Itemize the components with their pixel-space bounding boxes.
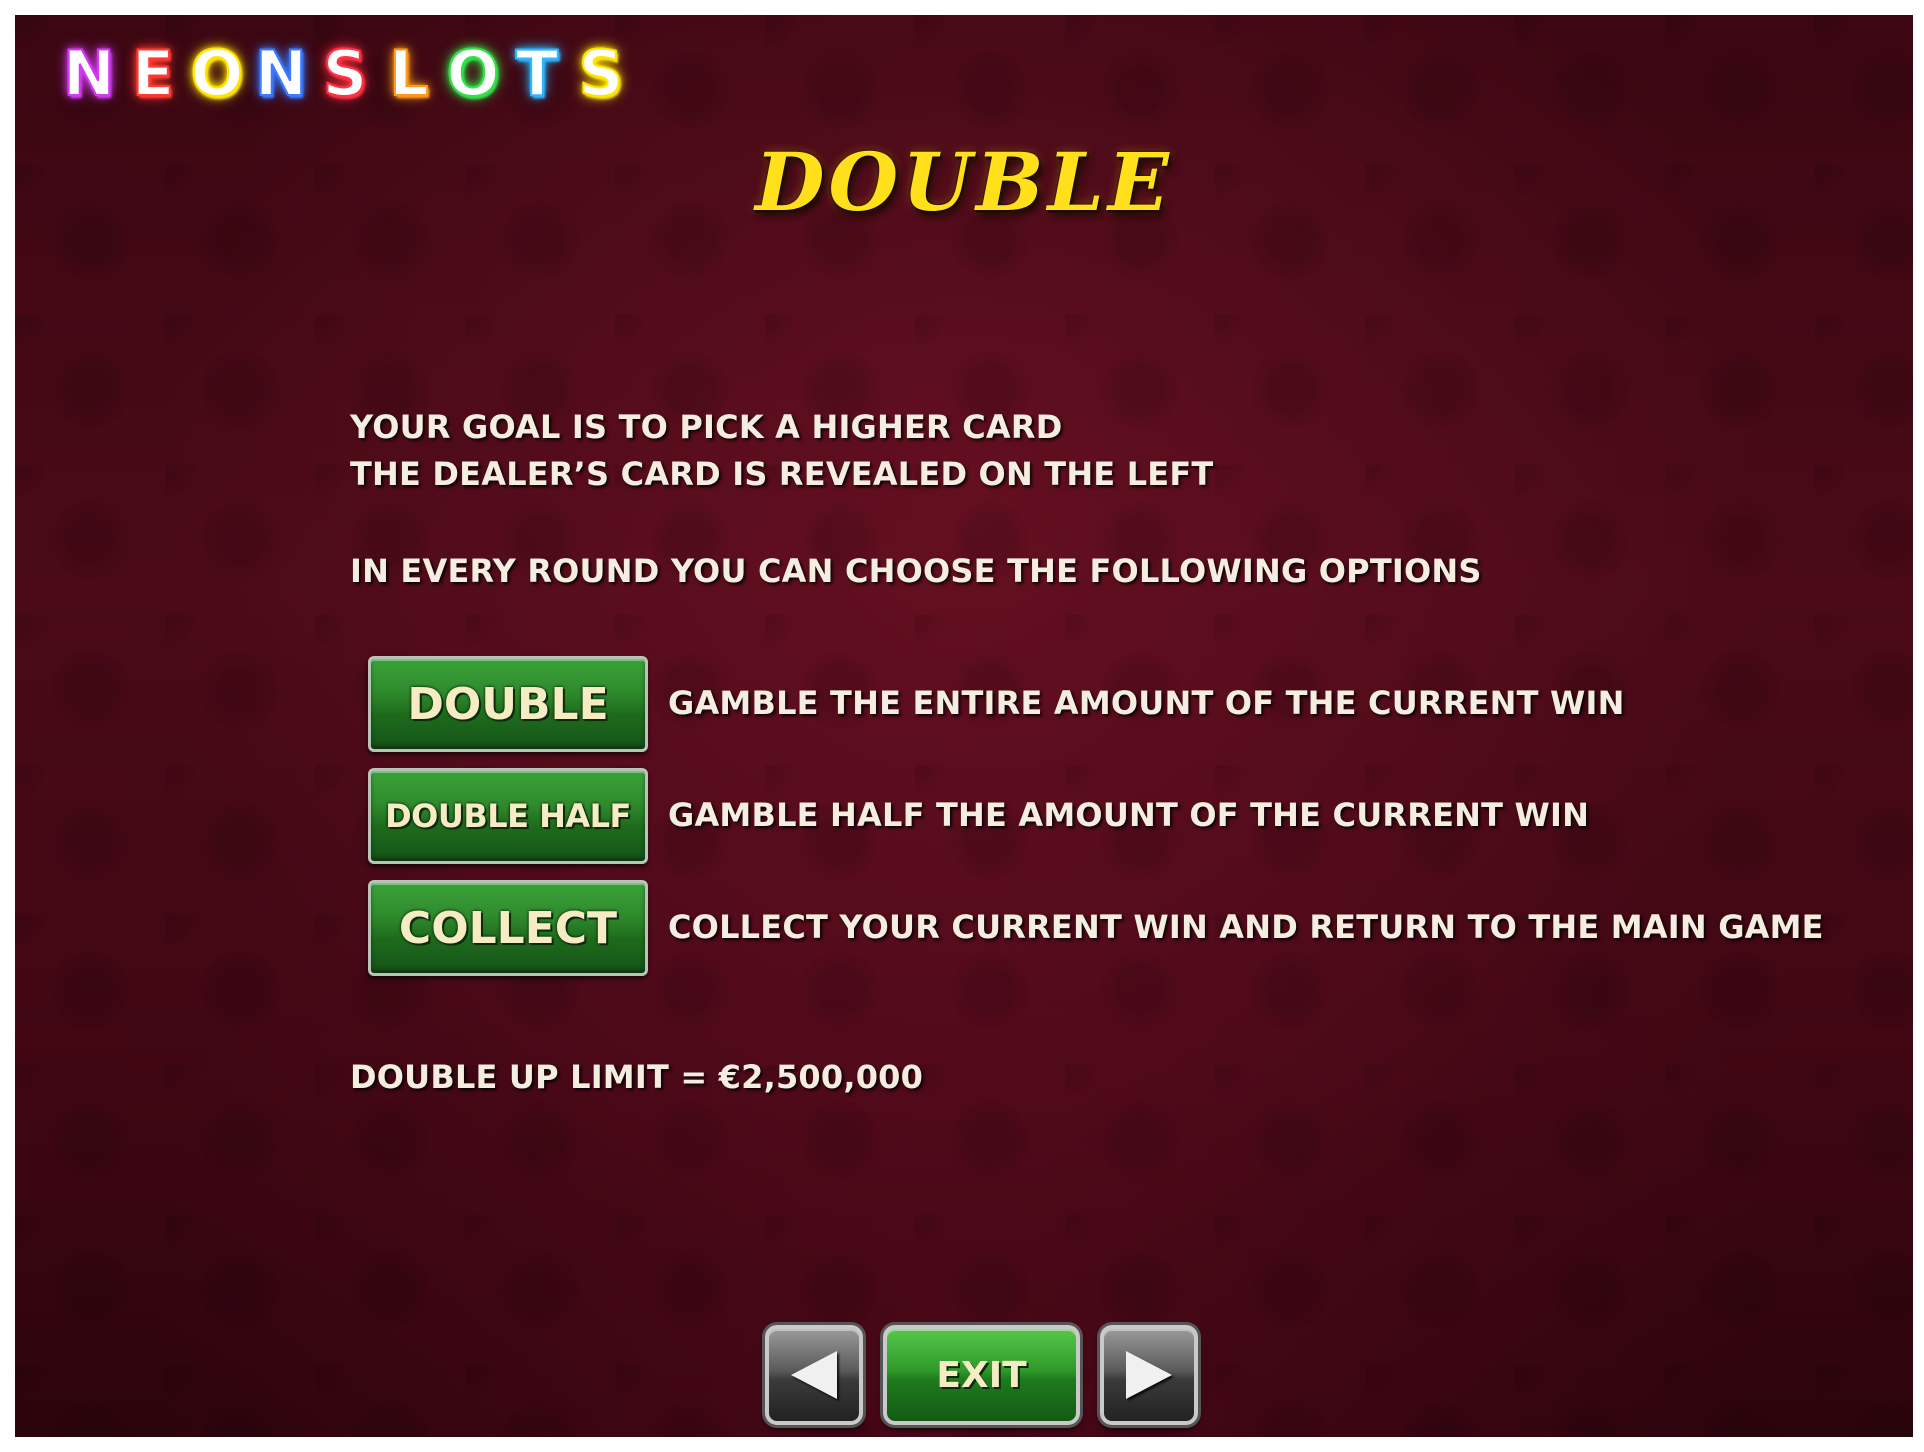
double-description: GAMBLE THE ENTIRE AMOUNT OF THE CURRENT … — [668, 684, 1625, 722]
exit-button[interactable]: EXIT — [883, 1325, 1080, 1425]
arrow-left-icon — [791, 1351, 837, 1399]
intro-line-1: YOUR GOAL IS TO PICK A HIGHER CARD — [350, 408, 1063, 446]
neonslots-logo: NEONSLOTS — [61, 37, 633, 110]
double-button-sample: DOUBLE — [368, 656, 648, 752]
logo-letter: S — [322, 37, 372, 110]
double-up-limit: DOUBLE UP LIMIT = €2,500,000 — [350, 1058, 924, 1096]
logo-letter: N — [254, 37, 311, 110]
double-half-button-sample: DOUBLE HALF — [368, 768, 648, 864]
page-title: DOUBLE — [755, 135, 1173, 229]
logo-letter: O — [446, 37, 504, 110]
logo-letter: O — [190, 37, 248, 110]
double-half-description: GAMBLE HALF THE AMOUNT OF THE CURRENT WI… — [668, 796, 1590, 834]
collect-button-sample: COLLECT — [368, 880, 648, 976]
collect-description: COLLECT YOUR CURRENT WIN AND RETURN TO T… — [668, 908, 1824, 946]
logo-letter: N — [62, 37, 119, 110]
logo-letter: E — [131, 37, 179, 110]
help-screen: NEONSLOTS DOUBLE YOUR GOAL IS TO PICK A … — [15, 15, 1913, 1437]
intro-line-2: THE DEALER’S CARD IS REVEALED ON THE LEF… — [350, 455, 1214, 493]
previous-page-button[interactable] — [765, 1325, 863, 1425]
logo-letter: L — [388, 37, 433, 110]
intro-line-3: IN EVERY ROUND YOU CAN CHOOSE THE FOLLOW… — [350, 552, 1482, 590]
logo-letter: T — [515, 37, 563, 110]
arrow-right-icon — [1126, 1351, 1172, 1399]
logo-letter: S — [578, 37, 628, 110]
next-page-button[interactable] — [1100, 1325, 1198, 1425]
